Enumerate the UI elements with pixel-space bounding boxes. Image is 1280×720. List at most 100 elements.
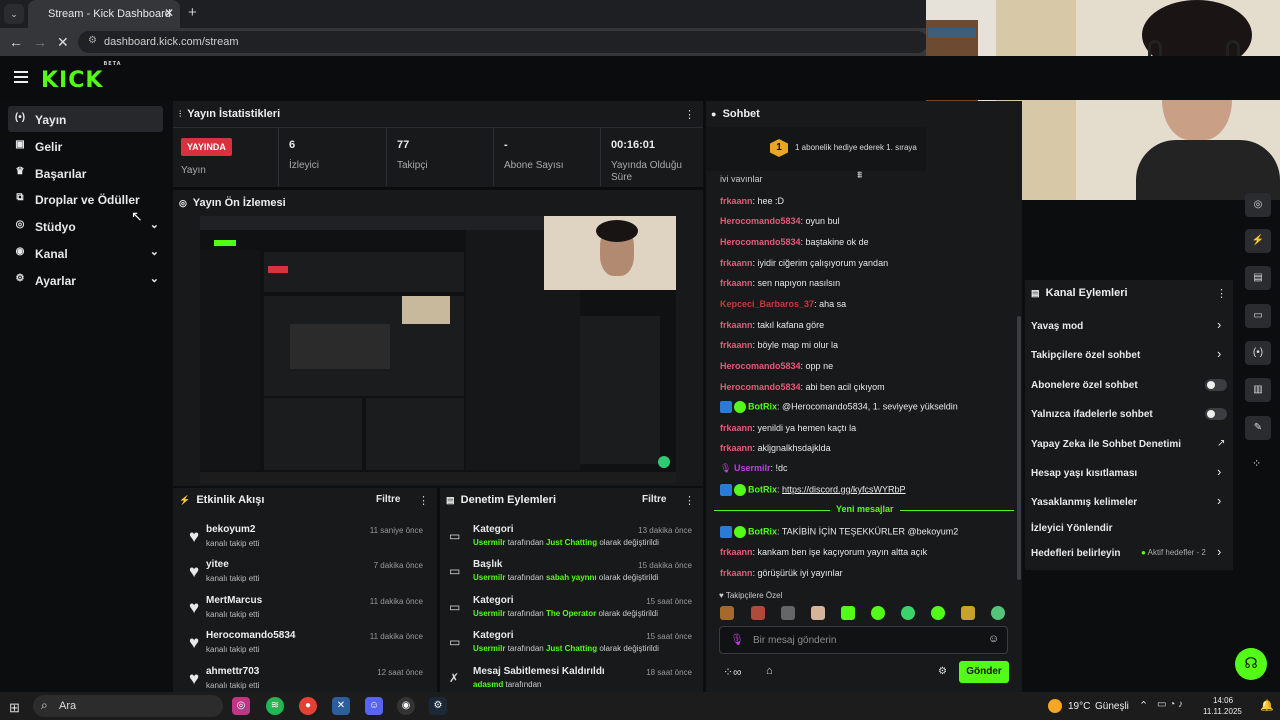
channel-actions-menu-icon[interactable]: ⋮ [1216,287,1227,300]
rail-bolt-icon[interactable]: ⚡ [1245,229,1271,253]
back-icon[interactable]: ← [9,34,23,50]
chevron-right-icon[interactable]: › [1217,493,1221,508]
account-age-item[interactable]: Hesap yaşı kısıtlaması [1031,468,1231,490]
tab-close-icon[interactable]: ✕ [164,6,174,20]
chat-username[interactable]: Herocomando5834 [720,382,801,392]
chat-input[interactable]: 🎙 Bir mesaj gönderin ☺ [719,626,1008,654]
chat-username[interactable]: frkaann [720,568,753,578]
windows-start-icon[interactable]: ⊞ [9,700,20,716]
chat-username[interactable]: Usermilr [734,463,771,473]
support-button[interactable]: ☊ [1235,648,1267,680]
chevron-right-icon[interactable]: › [1217,544,1221,559]
chat-username[interactable]: frkaann [720,196,753,206]
stats-menu-icon[interactable]: ⋮ [684,108,695,121]
chat-message[interactable]: frkaann: kankam ben işe kaçıyorum yayın … [720,547,927,557]
chat-username[interactable]: Herocomando5834 [720,216,801,226]
chat-username[interactable]: frkaann [720,423,753,433]
chat-username[interactable]: frkaann [720,258,753,268]
kick-points-icon[interactable]: ⁘∞ [723,665,742,679]
sidebar-item-kanal[interactable]: ◉ Kanal ⌄ [8,240,163,266]
chat-message[interactable]: frkaann: iyidir ciğerim çalışıyorum yand… [720,258,888,268]
activity-menu-icon[interactable]: ⋮ [418,494,429,507]
weather-text[interactable]: Güneşli [1095,701,1129,712]
taskbar-search[interactable]: ⌕ Ara [33,695,223,717]
send-button[interactable]: Gönder [959,661,1009,683]
chat-message[interactable]: BotRix: @Herocomando5834, 1. seviyeye yü… [720,401,958,413]
chat-username[interactable]: frkaann [720,547,753,557]
external-link-icon[interactable]: ↗ [1217,438,1225,449]
emote-icon[interactable] [961,606,975,620]
chat-message[interactable]: frkaann: hee :D [720,196,784,206]
list-item[interactable]: ▭ Başlık Usermilr tarafından sabah yaynnı … [440,559,703,594]
chat-username[interactable]: frkaann [720,278,753,288]
moderation-menu-icon[interactable]: ⋮ [684,494,695,507]
chat-message[interactable]: frkaann: sen napıyon nasılsın [720,278,840,288]
emote-icon[interactable] [811,606,825,620]
list-item[interactable]: ♥ MertMarcus kanalı takip etti 11 dakika ön… [173,595,433,630]
chat-settings-icon[interactable]: ⚙ [938,666,947,677]
tray-icons[interactable]: ▭ ◔ ♪ [1157,699,1183,710]
rail-chat-icon[interactable]: ▭ [1245,304,1271,328]
gift-icon[interactable]: ⌂ [766,665,773,677]
clock-date[interactable]: 11.11.2025 [1203,707,1242,716]
chat-message[interactable]: Herocomando5834: oyun bul [720,216,840,226]
emote-icon[interactable] [751,606,765,620]
moderation-filter-button[interactable]: Filtre [642,494,666,505]
list-item[interactable]: ▭ Kategori Usermilr tarafından Just Chatti… [440,524,703,559]
chat-message[interactable]: frkaann: akljgnalkhsdajklda [720,443,831,453]
followers-only-item[interactable]: Takipçilere özel sohbet [1031,350,1231,372]
chevron-right-icon[interactable]: › [1217,317,1221,332]
emote-icon[interactable] [871,606,885,620]
chat-username[interactable]: BotRix [748,484,777,494]
rail-points-icon[interactable]: ⁘ [1252,457,1261,470]
emoji-icon[interactable]: ☺ [988,633,999,645]
chat-message[interactable]: BotRix: TAKİBİN İÇİN TEŞEKKÜRLER @bekoyu… [720,526,958,538]
chat-message[interactable]: Herocomando5834: opp ne [720,361,833,371]
list-item[interactable]: ♥ Herocomando5834 kanalı takip etti 11 daki… [173,630,433,665]
new-tab-icon[interactable]: + [188,4,197,21]
chat-message[interactable]: BotRix: https://discord.gg/kyfcsWYRbP [720,484,906,496]
chat-username[interactable]: frkaann [720,320,753,330]
chat-username[interactable]: Herocomando5834 [720,361,801,371]
chat-message[interactable]: frkaann: görüşürük iyi yayınlar [720,568,843,578]
kick-logo[interactable]: KICKBETA [41,61,122,93]
forward-icon[interactable]: → [33,34,47,50]
rail-camera-icon[interactable]: ◎ [1245,193,1271,217]
rail-wrench-icon[interactable]: ✎ [1245,416,1271,440]
chrome-icon[interactable]: ● [299,697,317,715]
stream-preview-video[interactable] [200,216,676,484]
menu-icon[interactable] [14,71,28,86]
rail-layout-icon[interactable]: ▥ [1245,378,1271,402]
browser-tab[interactable]: Stream - Kick Dashboard ✕ [28,0,180,28]
host-viewers-item[interactable]: İzleyici Yönlendir [1031,523,1231,545]
emote-icon[interactable] [931,606,945,620]
tray-chevron-icon[interactable]: ⌃ [1139,699,1148,712]
sidebar-item-gelir[interactable]: ▣ Gelir [8,133,163,159]
tab-search-icon[interactable]: ⌄ [4,4,24,24]
list-item[interactable]: ♥ yitee kanalı takip etti 7 dakika önce [173,559,433,594]
list-item[interactable]: ✗ Mesaj Sabitlemesi Kaldırıldı adasmd tara… [440,666,703,692]
chat-message[interactable]: Herocomando5834: abi ben acil çıkıyom [720,382,885,392]
chat-message[interactable]: Kepceci_Barbaros_37: aha sa [720,299,846,309]
list-item[interactable]: ♥ ahmettr703 kanalı takip etti 12 saat önce [173,666,433,692]
weather-temp[interactable]: 19°C [1068,701,1090,712]
emote-only-toggle[interactable] [1205,408,1227,420]
spotify-icon[interactable]: ≋ [266,697,284,715]
instagram-icon[interactable]: ◎ [232,697,250,715]
chevron-right-icon[interactable]: › [1217,346,1221,361]
list-item[interactable]: ▭ Kategori Usermilr tarafından The Operato… [440,595,703,630]
chat-username[interactable]: Herocomando5834 [720,237,801,247]
emote-icon[interactable] [781,606,795,620]
chat-username[interactable]: BotRix [748,401,777,411]
chat-message[interactable]: Herocomando5834: baştakine ok de [720,237,869,247]
ai-moderation-item[interactable]: Yapay Zeka ile Sohbet Denetimi [1031,439,1231,461]
banned-words-item[interactable]: Yasaklanmış kelimeler [1031,497,1231,519]
chat-message[interactable]: frkaann: böyle map mi olur la [720,340,838,350]
notification-icon[interactable]: 🔔 [1260,699,1274,712]
rail-document-icon[interactable]: ▤ [1245,266,1271,290]
chat-username[interactable]: BotRix [748,526,777,536]
subscribers-only-toggle[interactable] [1205,379,1227,391]
chat-message[interactable]: frkaann: takıl kafana göre [720,320,824,330]
sidebar-item-ayarlar[interactable]: ⚙ Ayarlar ⌄ [8,267,163,293]
slow-mode-item[interactable]: Yavaş mod [1031,321,1231,343]
